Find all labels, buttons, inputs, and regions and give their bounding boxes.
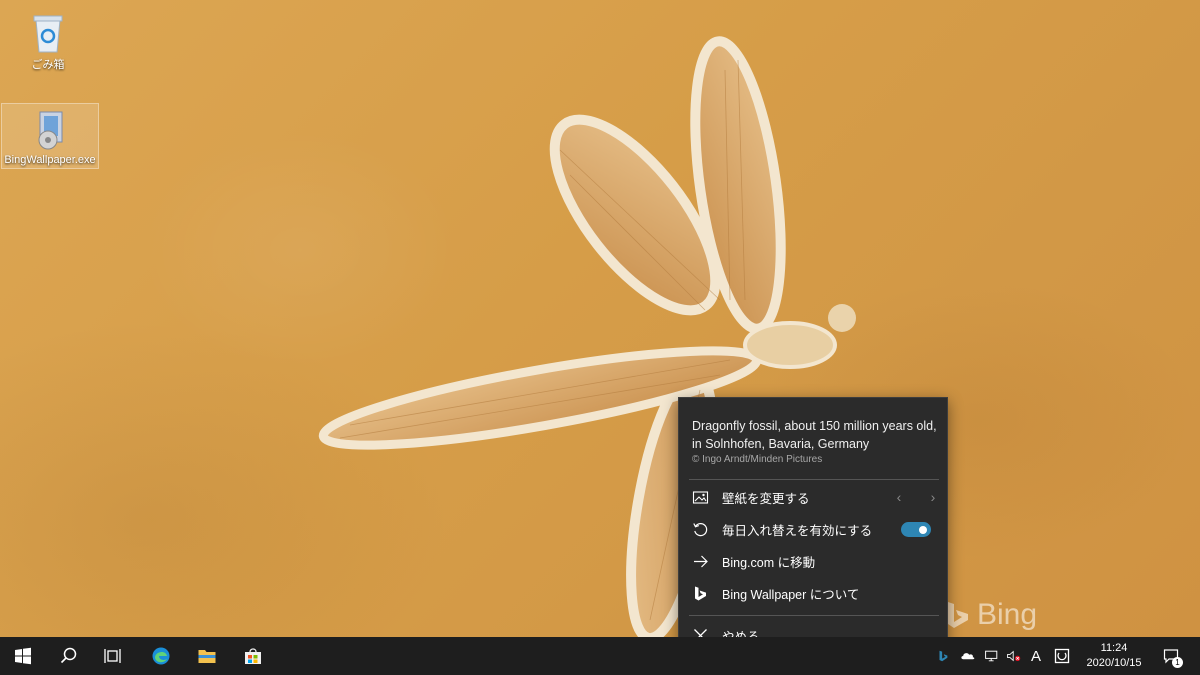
daily-refresh-item[interactable]: 毎日入れ替えを有効にする <box>689 514 939 544</box>
store-icon <box>245 648 261 664</box>
ime-pad-icon[interactable] <box>1052 637 1072 675</box>
flyout-divider <box>689 615 939 616</box>
installer-icon <box>38 111 63 150</box>
flyout-divider <box>689 479 939 480</box>
desktop-icon-label: BingWallpaper.exe <box>4 154 96 166</box>
store-button[interactable] <box>230 637 276 675</box>
recycle-bin-icon <box>33 15 63 53</box>
network-icon[interactable] <box>982 637 1002 675</box>
clock-time: 11:24 <box>1100 642 1128 654</box>
arrow-right-icon <box>689 552 711 570</box>
system-clock[interactable]: 11:24 2020/10/15 <box>1086 641 1142 671</box>
start-button[interactable] <box>0 637 46 675</box>
task-view-button[interactable] <box>90 637 136 675</box>
file-explorer-button[interactable] <box>184 637 230 675</box>
ime-indicator[interactable]: A <box>1026 637 1046 675</box>
action-center-button[interactable] <box>1156 637 1186 675</box>
refresh-icon <box>689 520 711 538</box>
go-to-bing-item[interactable]: Bing.com に移動 <box>689 546 939 576</box>
onedrive-icon[interactable] <box>958 637 978 675</box>
wallpaper-credit: © Ingo Arndt/Minden Pictures <box>692 454 823 465</box>
desktop-icon-bingwallpaper[interactable]: BingWallpaper.exe <box>1 103 99 169</box>
taskbar: A 11:24 2020/10/15 1 <box>0 637 1200 675</box>
notification-count-badge: 1 <box>1172 657 1183 668</box>
task-view-icon <box>104 649 121 663</box>
picture-icon <box>689 488 711 506</box>
bing-logo-icon <box>948 602 968 628</box>
go-to-bing-label: Bing.com に移動 <box>722 555 816 570</box>
dragonfly-fossil-image <box>318 36 856 637</box>
bing-watermark-text: Bing <box>977 598 1038 631</box>
bing-tray-icon[interactable] <box>936 637 950 675</box>
daily-refresh-label: 毎日入れ替えを有効にする <box>722 523 873 538</box>
about-label: Bing Wallpaper について <box>722 587 860 602</box>
wallpaper-description: Dragonfly fossil, about 150 million year… <box>692 419 937 451</box>
next-wallpaper-button[interactable]: › <box>927 489 939 505</box>
clock-date: 2020/10/15 <box>1086 657 1142 669</box>
daily-refresh-toggle[interactable] <box>901 522 931 537</box>
search-button[interactable] <box>46 637 92 675</box>
desktop-icon-recycle-bin[interactable]: ごみ箱 <box>0 6 96 72</box>
desktop-icon-label: ごみ箱 <box>31 59 65 71</box>
edge-icon <box>152 647 170 665</box>
bing-icon <box>689 584 711 602</box>
file-explorer-icon <box>198 650 216 663</box>
previous-wallpaper-button[interactable]: ‹ <box>893 489 905 505</box>
start-icon <box>15 647 31 665</box>
change-wallpaper-label: 壁紙を変更する <box>722 491 810 506</box>
bing-wallpaper-flyout: Dragonfly fossil, about 150 million year… <box>678 397 948 658</box>
edge-button[interactable] <box>138 637 184 675</box>
volume-muted-icon[interactable] <box>1004 637 1024 675</box>
search-icon <box>60 647 77 664</box>
about-item[interactable]: Bing Wallpaper について <box>689 578 939 608</box>
change-wallpaper-item[interactable]: 壁紙を変更する ‹ › <box>689 482 939 512</box>
bing-watermark: Bing <box>945 598 1037 632</box>
